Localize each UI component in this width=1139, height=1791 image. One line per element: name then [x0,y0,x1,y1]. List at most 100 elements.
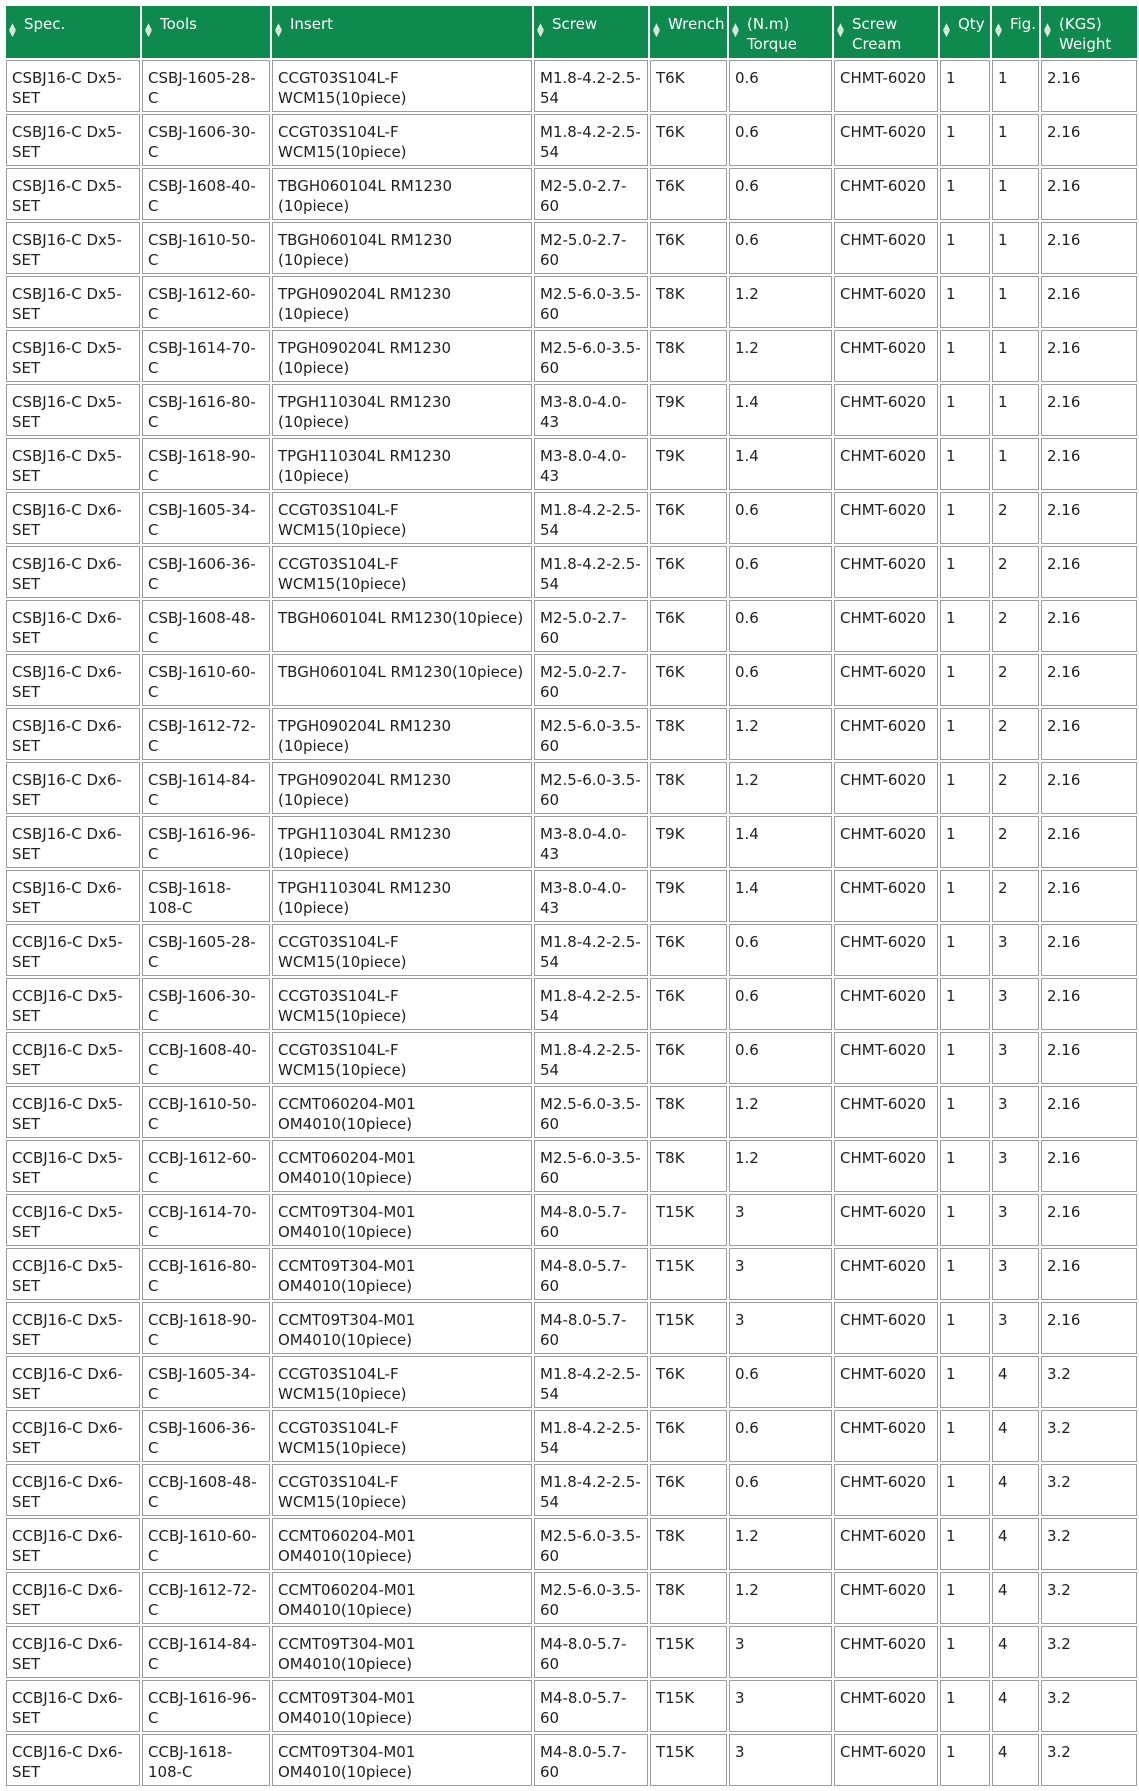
table-row: CCBJ16-C Dx6-SET CCBJ-1612-72-C CCMT060204… [6,1572,1137,1624]
cell-insert: CCGT03S104L-F WCM15(10piece) [272,924,532,976]
cell-wrench: T8K [650,1518,727,1570]
cell-torque: 0.6 [729,222,832,274]
cell-qty: 1 [940,600,990,652]
cell-qty: 1 [940,276,990,328]
cell-torque: 0.6 [729,978,832,1030]
column-header-insert[interactable]: ▲ ▼ Insert [272,6,532,58]
table-row: CSBJ16-C Dx6-SET CSBJ-1612-72-C TPGH090204… [6,708,1137,760]
cell-screw-cream: CHMT-6020 [834,546,938,598]
cell-qty: 1 [940,654,990,706]
sort-icon[interactable]: ▲ ▼ [732,23,739,39]
column-header-fig[interactable]: ▲ ▼ Fig. [992,6,1039,58]
cell-torque: 1.2 [729,762,832,814]
cell-weight: 2.16 [1041,168,1137,220]
cell-insert: CCMT09T304-M01 OM4010(10piece) [272,1302,532,1354]
sort-icon[interactable]: ▲ ▼ [9,23,16,39]
cell-wrench: T8K [650,762,727,814]
cell-weight: 2.16 [1041,60,1137,112]
cell-screw: M1.8-4.2-2.5-54 [534,978,648,1030]
cell-tools: CCBJ-1610-60-C [142,1518,270,1570]
cell-wrench: T8K [650,1140,727,1192]
cell-weight: 2.16 [1041,1140,1137,1192]
cell-qty: 1 [940,924,990,976]
cell-screw: M4-8.0-5.7-60 [534,1734,648,1786]
cell-screw-cream: CHMT-6020 [834,1086,938,1138]
table-row: CCBJ16-C Dx5-SET CCBJ-1612-60-C CCMT060204… [6,1140,1137,1192]
cell-screw: M2-5.0-2.7-60 [534,654,648,706]
sort-icon[interactable]: ▲ ▼ [537,23,544,39]
cell-fig: 3 [992,1086,1039,1138]
column-header-qty[interactable]: ▲ ▼ Qty [940,6,990,58]
cell-fig: 2 [992,600,1039,652]
cell-screw-cream: CHMT-6020 [834,1194,938,1246]
cell-qty: 1 [940,1734,990,1786]
column-header-wrench[interactable]: ▲ ▼ Wrench [650,6,727,58]
table-row: CSBJ16-C Dx5-SET CSBJ-1612-60-C TPGH090204… [6,276,1137,328]
cell-qty: 1 [940,1410,990,1462]
cell-screw: M4-8.0-5.7-60 [534,1194,648,1246]
column-header-torque[interactable]: ▲ ▼ (N.m) Torque [729,6,832,58]
cell-qty: 1 [940,60,990,112]
sort-icon[interactable]: ▲ ▼ [1044,23,1051,39]
cell-tools: CSBJ-1610-60-C [142,654,270,706]
table-row: CCBJ16-C Dx5-SET CCBJ-1610-50-C CCMT060204… [6,1086,1137,1138]
cell-spec: CSBJ16-C Dx5-SET [6,222,140,274]
cell-tools: CSBJ-1618-108-C [142,870,270,922]
column-header-tools[interactable]: ▲ ▼ Tools [142,6,270,58]
cell-fig: 3 [992,924,1039,976]
cell-screw-cream: CHMT-6020 [834,222,938,274]
sort-icon[interactable]: ▲ ▼ [145,23,152,39]
cell-screw-cream: CHMT-6020 [834,654,938,706]
spec-table: ▲ ▼ Spec. ▲ ▼ Tools ▲ ▼ Insert ▲ ▼ Screw ▲ ▼ Wrench ▲ ▼ (… [4,4,1139,1788]
cell-tools: CSBJ-1608-48-C [142,600,270,652]
cell-screw: M2.5-6.0-3.5-60 [534,276,648,328]
cell-screw-cream: CHMT-6020 [834,114,938,166]
cell-screw-cream: CHMT-6020 [834,1572,938,1624]
cell-weight: 2.16 [1041,1086,1137,1138]
cell-torque: 0.6 [729,600,832,652]
table-row: CSBJ16-C Dx6-SET CSBJ-1606-36-C CCGT03S104… [6,546,1137,598]
column-header-label: Screw [852,15,898,33]
sort-icon[interactable]: ▲ ▼ [943,23,950,39]
cell-spec: CSBJ16-C Dx6-SET [6,816,140,868]
cell-qty: 1 [940,546,990,598]
cell-fig: 4 [992,1356,1039,1408]
sort-icon[interactable]: ▲ ▼ [653,23,660,39]
cell-screw: M2.5-6.0-3.5-60 [534,762,648,814]
cell-weight: 2.16 [1041,492,1137,544]
cell-torque: 3 [729,1302,832,1354]
cell-insert: CCMT060204-M01 OM4010(10piece) [272,1572,532,1624]
cell-screw: M1.8-4.2-2.5-54 [534,114,648,166]
table-row: CSBJ16-C Dx5-SET CSBJ-1618-90-C TPGH110304… [6,438,1137,490]
sort-icon[interactable]: ▲ ▼ [837,23,844,39]
cell-screw: M2-5.0-2.7-60 [534,222,648,274]
table-row: CSBJ16-C Dx6-SET CSBJ-1616-96-C TPGH110304… [6,816,1137,868]
cell-screw-cream: CHMT-6020 [834,1140,938,1192]
table-row: CSBJ16-C Dx5-SET CSBJ-1605-28-C CCGT03S104… [6,60,1137,112]
cell-insert: CCGT03S104L-F WCM15(10piece) [272,1032,532,1084]
cell-weight: 2.16 [1041,924,1137,976]
cell-screw-cream: CHMT-6020 [834,816,938,868]
table-row: CCBJ16-C Dx5-SET CSBJ-1606-30-C CCGT03S104… [6,978,1137,1030]
cell-tools: CSBJ-1614-70-C [142,330,270,382]
cell-weight: 2.16 [1041,1194,1137,1246]
cell-weight: 2.16 [1041,438,1137,490]
column-header-screw[interactable]: ▲ ▼ Screw [534,6,648,58]
table-row: CCBJ16-C Dx6-SET CCBJ-1608-48-C CCGT03S104… [6,1464,1137,1516]
cell-insert: TPGH110304L RM1230 (10piece) [272,384,532,436]
sort-icon[interactable]: ▲ ▼ [275,23,282,39]
column-header-spec[interactable]: ▲ ▼ Spec. [6,6,140,58]
cell-screw: M1.8-4.2-2.5-54 [534,1464,648,1516]
table-row: CCBJ16-C Dx6-SET CCBJ-1614-84-C CCMT09T304… [6,1626,1137,1678]
cell-wrench: T6K [650,1356,727,1408]
cell-fig: 4 [992,1572,1039,1624]
cell-wrench: T6K [650,978,727,1030]
cell-insert: CCGT03S104L-F WCM15(10piece) [272,492,532,544]
column-header-weight[interactable]: ▲ ▼ (KGS) Weight [1041,6,1137,58]
table-row: CSBJ16-C Dx5-SET CSBJ-1608-40-C TBGH060104… [6,168,1137,220]
sort-icon[interactable]: ▲ ▼ [995,23,1002,39]
cell-screw-cream: CHMT-6020 [834,1626,938,1678]
column-header-screw-cream[interactable]: ▲ ▼ Screw Cream [834,6,938,58]
cell-wrench: T6K [650,222,727,274]
cell-spec: CCBJ16-C Dx6-SET [6,1572,140,1624]
